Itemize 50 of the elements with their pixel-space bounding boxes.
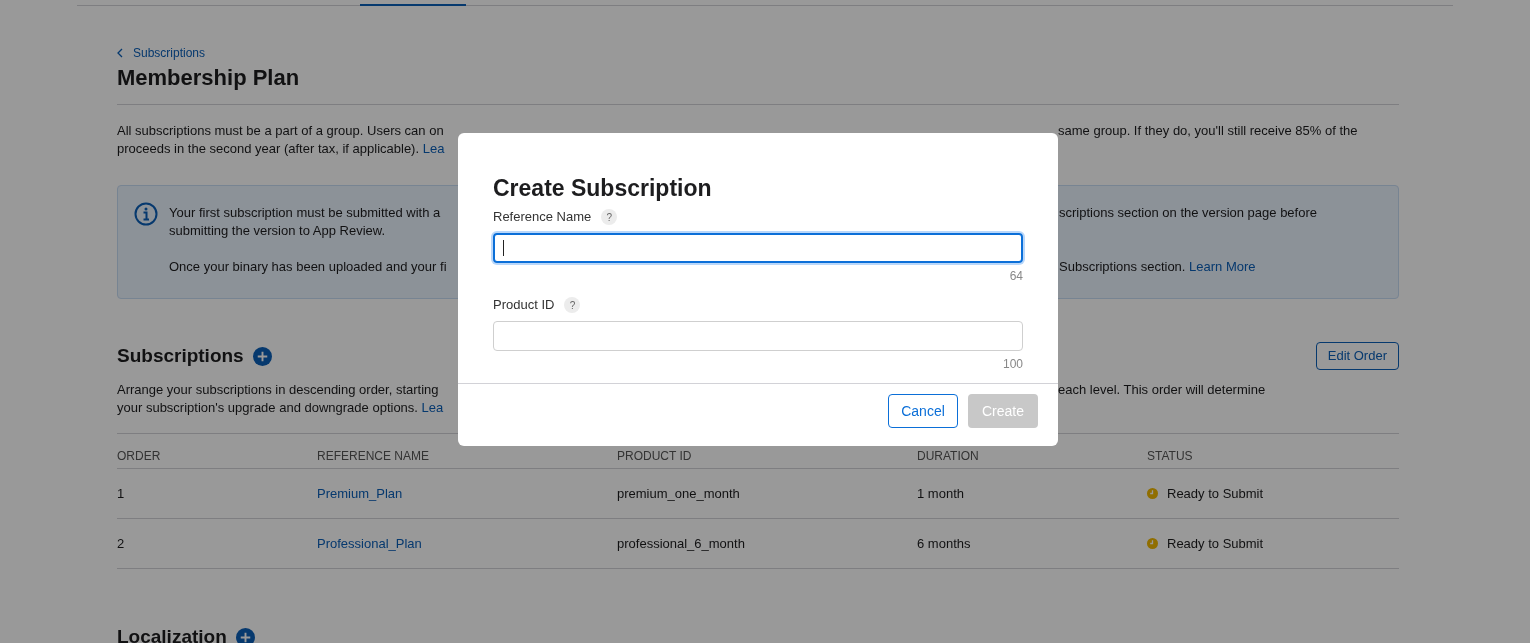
status-text: Ready to Submit [1167,534,1264,553]
notice-text: Once your binary has been uploaded and your fi [169,259,447,274]
learn-more-link[interactable]: Lea [422,141,445,156]
edit-order-button[interactable]: Edit Order [1315,342,1399,370]
notice-text: Subscriptions section. [1059,259,1186,274]
table-cell-text: 1 [117,484,126,503]
cancel-button[interactable]: Cancel [888,394,958,428]
table-cell-text: premium_one_month [617,484,741,503]
body-text: your subscription's upgrade and downgrade options. [117,400,418,415]
field-label: Product ID [493,296,555,315]
column-header: ORDER [117,449,162,463]
learn-more-link[interactable]: Learn More [1189,259,1256,274]
chevron-left-icon [117,48,123,58]
page-title: Membership Plan [117,64,301,92]
text-cursor [503,240,504,256]
section-title: Localization [117,625,227,643]
info-icon [134,202,158,226]
learn-more-link[interactable]: Lea [421,400,444,415]
help-button[interactable]: ? [601,209,618,225]
field-label: Reference Name [493,208,592,227]
plan-link[interactable]: Premium_Plan [317,485,403,501]
column-header: REFERENCE NAME [317,449,430,463]
add-icon[interactable] [235,627,255,643]
body-text: All subscriptions must be a part of a group. Users can on [117,123,444,138]
add-icon[interactable] [252,346,272,366]
column-header: STATUS [1147,449,1194,463]
help-button[interactable]: ? [564,297,581,313]
table-cell-text: 1 month [917,484,965,503]
body-text: proceeds in the second year (after tax, if applicable). [117,141,420,156]
body-text: each level. This order will determine [1058,382,1266,397]
body-text: Arrange your subscriptions in descending order, starting [117,382,439,397]
notice-text: submitting the version to App Review. [169,223,386,238]
table-cell-text: 2 [117,534,126,553]
text-input[interactable] [493,233,1023,263]
plan-link[interactable]: Professional_Plan [317,535,422,551]
table-cell-text: professional_6_month [617,534,746,553]
body-text: same group. If they do, you'll still receive 85% of the [1058,123,1358,138]
clock-icon [1147,538,1158,549]
section-title: Subscriptions [117,344,244,368]
dialog-title: Create Subscription [493,174,713,203]
character-counter: 100 [1002,357,1023,371]
clock-icon [1147,488,1158,499]
back-link[interactable]: Subscriptions [117,44,206,62]
notice-text: Your first subscription must be submitted with a [169,205,441,220]
character-counter: 64 [1009,269,1023,283]
column-header: PRODUCT ID [617,449,693,463]
notice-text: scriptions section on the version page before [1059,205,1317,220]
table-cell-text: 6 months [917,534,972,553]
status-text: Ready to Submit [1167,484,1264,503]
column-header: DURATION [917,449,980,463]
